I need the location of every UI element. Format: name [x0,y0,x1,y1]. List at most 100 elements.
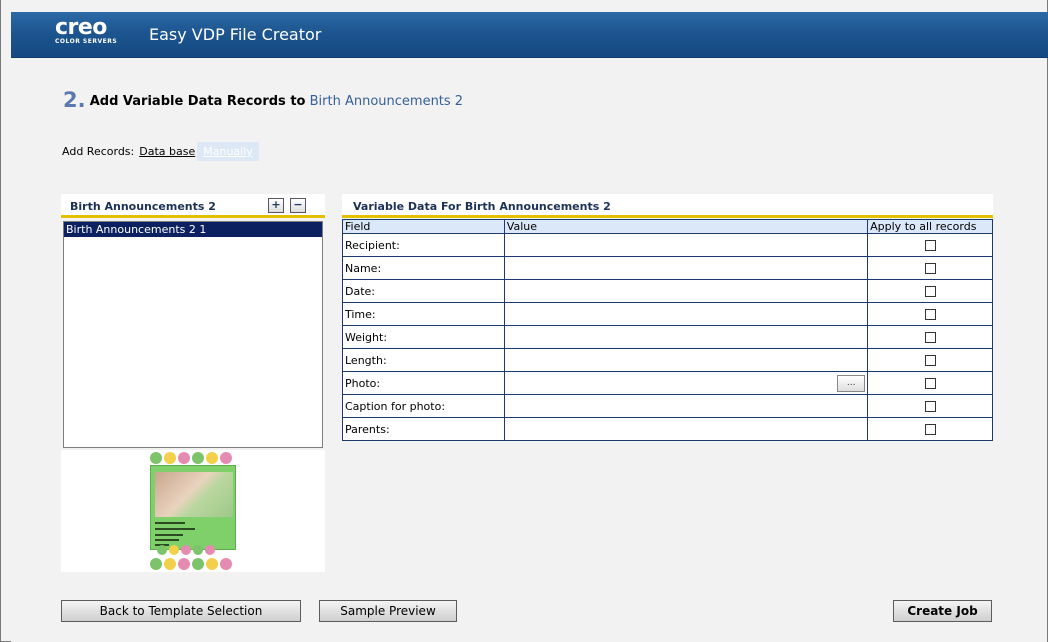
thumbnail-text-line [155,528,195,530]
thumbnail-photo [155,472,233,517]
record-list[interactable]: Birth Announcements 2 1 [63,221,323,448]
apply-all-checkbox[interactable] [924,286,936,297]
records-panel-title: Birth Announcements 2 [70,200,216,213]
logo-subtitle: COLOR SERVERS [55,38,118,45]
record-list-item[interactable]: Birth Announcements 2 1 [64,222,322,237]
value-cell[interactable] [503,233,869,257]
thumb-icon [206,558,218,570]
thumbnail-text-line [155,522,185,524]
add-records-label: Add Records: [62,145,135,158]
thumb-icon [206,452,218,464]
value-cell[interactable] [503,417,869,441]
value-cell[interactable] [503,302,869,326]
table-row: Recipient: [342,233,993,257]
thumbnail-text-line [155,539,179,541]
apply-all-checkbox[interactable] [924,378,936,389]
field-label: Time: [342,302,505,326]
apply-all-checkbox[interactable] [924,240,936,251]
manually-link[interactable]: Manually [197,142,259,161]
thumbnail-card [150,465,236,550]
apply-all-cell [867,371,993,395]
apply-all-cell [867,325,993,349]
thumb-icon [178,558,190,570]
field-label: Date: [342,279,505,303]
step-template-name: Birth Announcements 2 [309,94,464,109]
apply-all-checkbox[interactable] [924,401,936,412]
thumb-icon [220,558,232,570]
thumbnail-text-line [155,534,183,536]
thumb-icon [150,452,162,464]
apply-all-cell [867,394,993,418]
apply-all-cell [867,348,993,372]
apply-all-cell [867,302,993,326]
thumbnail-icons-bottom [150,558,232,570]
add-record-button[interactable]: + [268,198,284,213]
thumb-icon [164,452,176,464]
column-header-field: Field [342,219,505,234]
table-row: Weight: [342,325,993,349]
variable-data-table: Field Value Apply to all records Recipie… [342,219,993,441]
field-label: Caption for photo: [342,394,505,418]
apply-all-checkbox[interactable] [924,424,936,435]
thumb-icon [205,545,215,555]
field-label: Weight: [342,325,505,349]
create-job-button[interactable]: Create Job [893,600,992,622]
apply-all-cell [867,279,993,303]
value-cell[interactable] [503,256,869,280]
creo-logo: creo COLOR SERVERS [55,15,118,46]
browse-button[interactable]: ... [837,375,866,392]
column-header-value: Value [503,219,869,234]
table-row: Length: [342,348,993,372]
thumb-icon [192,558,204,570]
column-header-apply-all: Apply to all records [867,219,993,234]
value-cell[interactable] [503,325,869,349]
thumb-icon [181,545,191,555]
main-content: 2. Add Variable Data Records to Birth An… [11,58,1047,642]
table-row: Parents: [342,417,993,441]
table-header-row: Field Value Apply to all records [342,219,993,234]
variable-data-title: Variable Data For Birth Announcements 2 [353,200,611,213]
field-label: Recipient: [342,233,505,257]
thumb-icon [169,545,179,555]
value-cell[interactable] [503,348,869,372]
thumb-icon [220,452,232,464]
apply-all-checkbox[interactable] [924,332,936,343]
field-label: Parents: [342,417,505,441]
value-cell[interactable]: ... [503,371,869,395]
variable-data-panel: Variable Data For Birth Announcements 2 … [342,194,993,441]
sample-preview-button[interactable]: Sample Preview [319,600,457,622]
records-panel: Birth Announcements 2 + − Birth Announce… [61,194,325,572]
back-to-template-button[interactable]: Back to Template Selection [61,600,301,622]
logo-word: creo [55,15,107,40]
apply-all-checkbox[interactable] [924,355,936,366]
database-link[interactable]: Data base [139,145,195,158]
field-label: Name: [342,256,505,280]
thumb-icon [164,558,176,570]
apply-all-checkbox[interactable] [924,309,936,320]
apply-all-cell [867,256,993,280]
thumb-icon [157,545,167,555]
table-row: Time: [342,302,993,326]
thumb-icon [193,545,203,555]
table-row: Name: [342,256,993,280]
add-records-bar: Add Records: Data base Manually [62,142,259,161]
remove-record-button[interactable]: − [290,198,306,213]
app-header: creo COLOR SERVERS Easy VDP File Creator [11,12,1048,58]
field-label: Length: [342,348,505,372]
apply-all-cell [867,417,993,441]
step-text: Add Variable Data Records to [89,94,306,109]
apply-all-cell [867,233,993,257]
value-cell[interactable] [503,279,869,303]
table-row: Date: [342,279,993,303]
step-heading: 2. Add Variable Data Records to Birth An… [63,88,463,112]
thumbnail-icons-mid [157,545,215,555]
value-cell[interactable] [503,394,869,418]
field-label: Photo: [342,371,505,395]
thumbnail-icons-top [150,452,232,464]
table-row: Caption for photo: [342,394,993,418]
thumb-icon [178,452,190,464]
thumb-icon [150,558,162,570]
records-panel-header: Birth Announcements 2 + − [61,194,325,218]
thumb-icon [192,452,204,464]
apply-all-checkbox[interactable] [924,263,936,274]
